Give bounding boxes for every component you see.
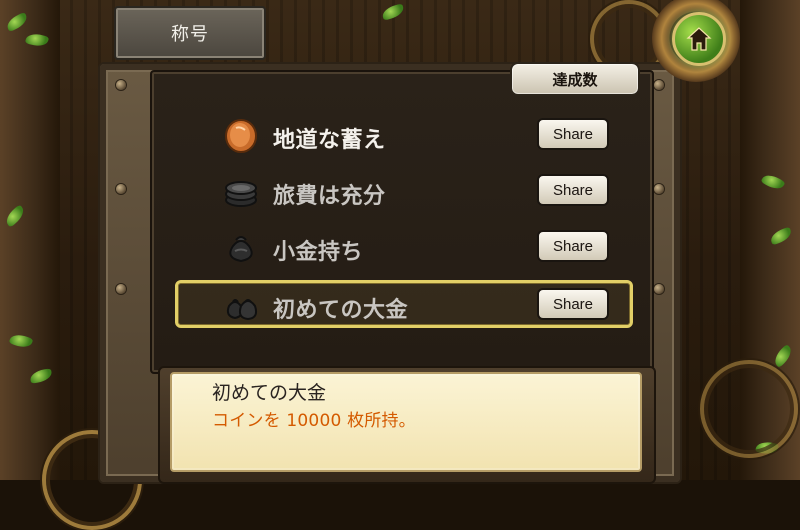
share-button[interactable]: Share — [537, 174, 609, 206]
money-bag-icon — [223, 230, 259, 266]
achievement-name: 小金持ち — [273, 240, 364, 265]
achievement-count-label: 達成数 — [552, 70, 598, 89]
bolt-decoration — [116, 184, 126, 194]
share-button[interactable]: Share — [537, 288, 609, 320]
share-label: Share — [552, 295, 594, 313]
page-title: 称号 — [171, 24, 209, 45]
achievement-row-selected[interactable]: 初めての大金 Share — [175, 280, 633, 328]
achievement-row[interactable]: 地道な蓄え Share — [175, 112, 633, 158]
page-title-tab: 称号 — [114, 6, 266, 60]
share-button[interactable]: Share — [537, 230, 609, 262]
home-icon — [686, 27, 712, 51]
achievement-name: 初めての大金 — [273, 298, 409, 323]
achievement-count-button[interactable]: 達成数 — [510, 62, 640, 96]
achievement-row[interactable]: 旅費は充分 Share — [175, 168, 633, 214]
detail-description: コインを 10000 枚所持。 — [212, 411, 416, 431]
share-label: Share — [552, 125, 594, 143]
bolt-decoration — [654, 184, 664, 194]
detail-title: 初めての大金 — [212, 382, 327, 404]
achievement-name: 旅費は充分 — [273, 184, 386, 209]
bolt-decoration — [654, 284, 664, 294]
home-button[interactable] — [672, 12, 726, 66]
coin-stack-icon — [223, 174, 259, 210]
bolt-decoration — [116, 80, 126, 90]
left-metal-rail — [0, 0, 60, 480]
gear-decoration — [700, 360, 798, 458]
achievement-name: 地道な蓄え — [273, 128, 386, 153]
copper-coin-icon — [223, 118, 259, 154]
achievement-list: 地道な蓄え Share 旅費は充分 Share 小金持ち Share 初めての大… — [175, 112, 633, 342]
achievement-row[interactable]: 小金持ち Share — [175, 224, 633, 270]
home-gear-frame — [652, 0, 740, 82]
share-button[interactable]: Share — [537, 118, 609, 150]
bolt-decoration — [116, 284, 126, 294]
money-bags-icon — [223, 288, 259, 324]
share-label: Share — [552, 181, 594, 199]
share-label: Share — [552, 237, 594, 255]
